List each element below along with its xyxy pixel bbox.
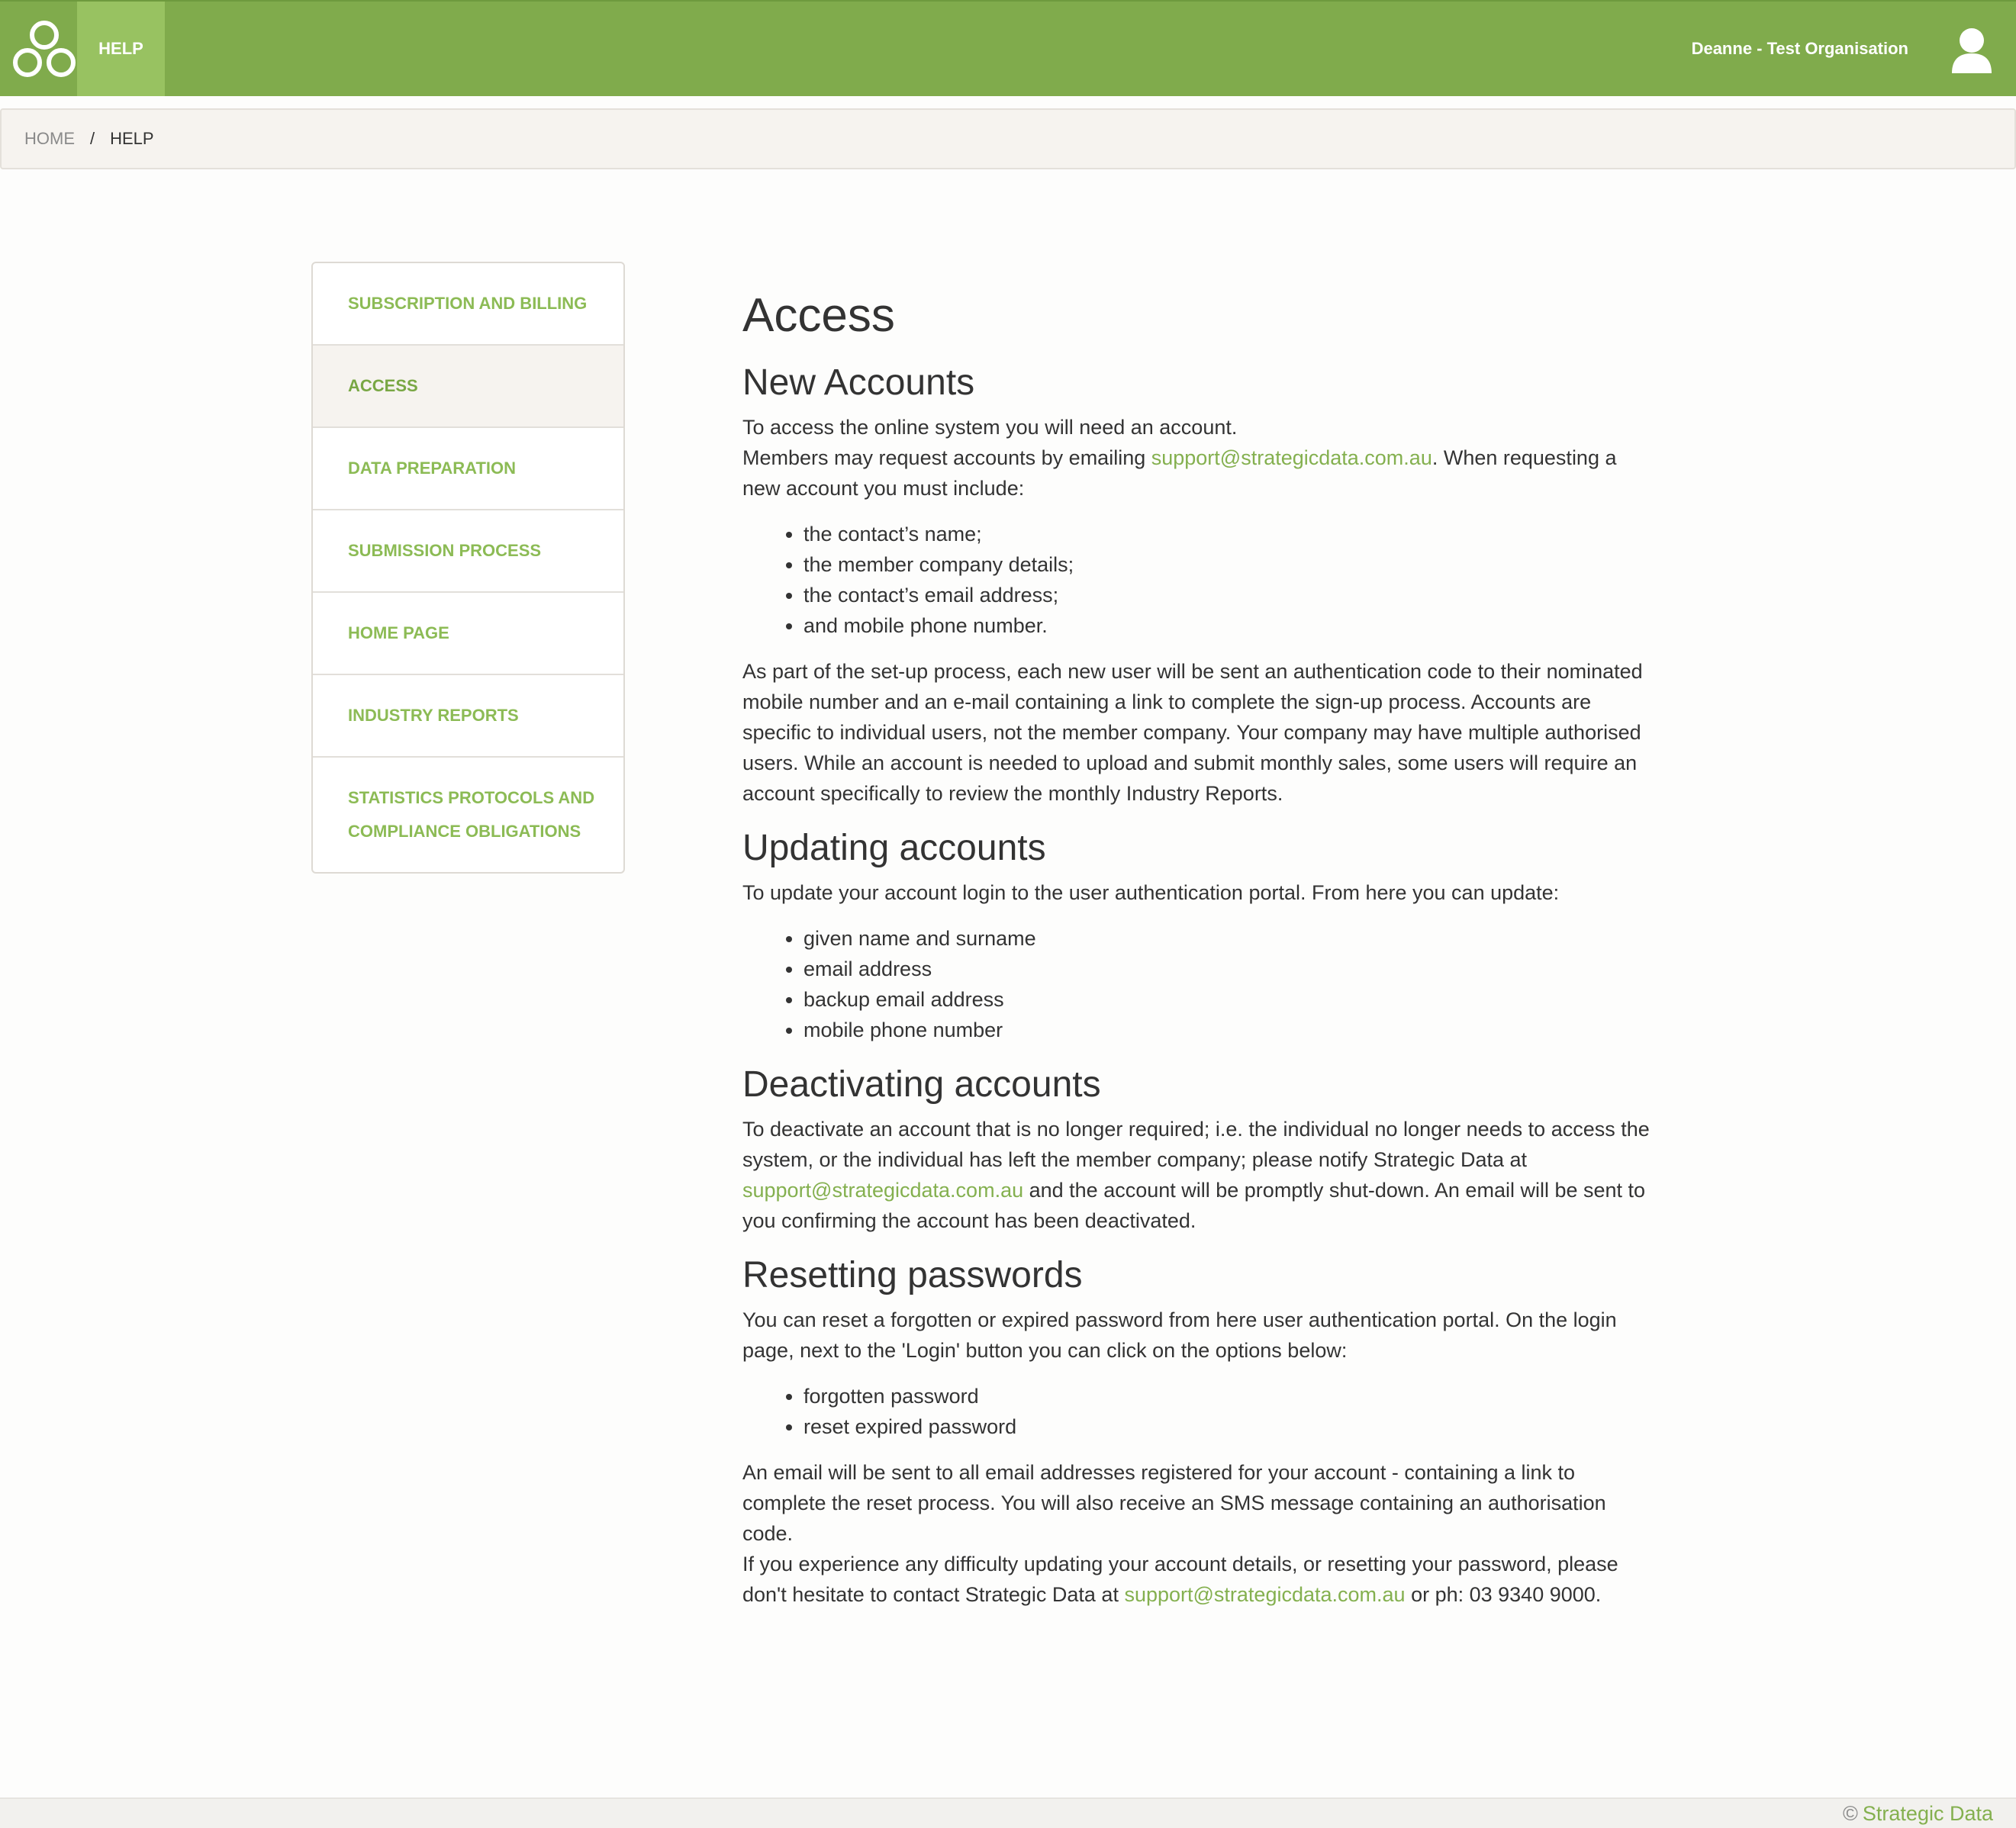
- breadcrumb-separator: /: [90, 129, 95, 148]
- support-email-link[interactable]: support@strategicdata.com.au: [1124, 1583, 1405, 1606]
- footer-brand-link[interactable]: Strategic Data: [1863, 1802, 1993, 1826]
- support-email-link[interactable]: support@strategicdata.com.au: [1151, 446, 1432, 469]
- resetting-options-list: forgotten password reset expired passwor…: [804, 1381, 1658, 1442]
- sidebar-item-data-preparation[interactable]: DATA PREPARATION: [313, 428, 623, 510]
- sidebar-item-home-page[interactable]: HOME PAGE: [313, 593, 623, 675]
- top-navbar: HELP Deanne - Test Organisation: [0, 0, 2016, 96]
- new-accounts-paragraph: As part of the set-up process, each new …: [742, 660, 1643, 805]
- nav-help-tab[interactable]: HELP: [77, 2, 165, 96]
- section-heading-updating-accounts: Updating accounts: [742, 828, 1046, 868]
- section-heading-deactivating-accounts: Deactivating accounts: [742, 1064, 1101, 1105]
- sidebar-item-statistics-protocols[interactable]: STATISTICS PROTOCOLS AND COMPLIANCE OBLI…: [313, 758, 623, 872]
- breadcrumb: HOME / HELP: [0, 108, 2016, 169]
- updating-intro: To update your account login to the user…: [742, 881, 1560, 904]
- sidebar-item-industry-reports[interactable]: INDUSTRY REPORTS: [313, 675, 623, 758]
- updating-fields-list: given name and surname email address bac…: [804, 923, 1658, 1045]
- user-organisation-label[interactable]: Deanne - Test Organisation: [1692, 2, 1908, 96]
- resetting-intro: You can reset a forgotten or expired pas…: [742, 1308, 1617, 1362]
- help-sidebar: SUBSCRIPTION AND BILLING ACCESS DATA PRE…: [311, 262, 625, 874]
- page-title: Access: [742, 289, 895, 342]
- list-item: the contact’s name;: [804, 519, 1658, 549]
- list-item: reset expired password: [804, 1411, 1658, 1442]
- resetting-paragraph-1: An email will be sent to all email addre…: [742, 1461, 1606, 1545]
- section-heading-resetting-passwords: Resetting passwords: [742, 1255, 1083, 1295]
- list-item: forgotten password: [804, 1381, 1658, 1411]
- copyright-symbol: ©: [1843, 1801, 1858, 1825]
- section-heading-new-accounts: New Accounts: [742, 362, 975, 403]
- sidebar-item-access[interactable]: ACCESS: [313, 346, 623, 428]
- three-circles-logo-icon[interactable]: [11, 17, 78, 81]
- new-accounts-line1: To access the online system you will nee…: [742, 416, 1238, 439]
- list-item: the member company details;: [804, 549, 1658, 580]
- list-item: mobile phone number: [804, 1015, 1658, 1045]
- user-avatar-icon[interactable]: [1950, 27, 1993, 73]
- list-item: given name and surname: [804, 923, 1658, 954]
- page-footer: © Strategic Data: [0, 1797, 2016, 1828]
- list-item: email address: [804, 954, 1658, 984]
- support-email-link[interactable]: support@strategicdata.com.au: [742, 1179, 1023, 1202]
- deactivating-paragraph: To deactivate an account that is no long…: [742, 1114, 1658, 1236]
- resetting-paragraph-2: If you experience any difficulty updatin…: [742, 1549, 1658, 1610]
- breadcrumb-current: HELP: [110, 129, 154, 148]
- list-item: the contact’s email address;: [804, 580, 1658, 610]
- sidebar-item-submission-process[interactable]: SUBMISSION PROCESS: [313, 510, 623, 593]
- deactivating-pre: To deactivate an account that is no long…: [742, 1118, 1650, 1171]
- list-item: and mobile phone number.: [804, 610, 1658, 641]
- new-accounts-requirements-list: the contact’s name; the member company d…: [804, 519, 1658, 641]
- new-accounts-line2-pre: Members may request accounts by emailing: [742, 446, 1151, 469]
- new-accounts-line2: Members may request accounts by emailing…: [742, 443, 1658, 504]
- breadcrumb-home-link[interactable]: HOME: [24, 129, 75, 149]
- list-item: backup email address: [804, 984, 1658, 1015]
- sidebar-item-subscription-billing[interactable]: SUBSCRIPTION AND BILLING: [313, 263, 623, 346]
- help-content: Access New Accounts To access the online…: [742, 282, 1658, 1610]
- resetting-para2-post: or ph: 03 9340 9000.: [1405, 1583, 1602, 1606]
